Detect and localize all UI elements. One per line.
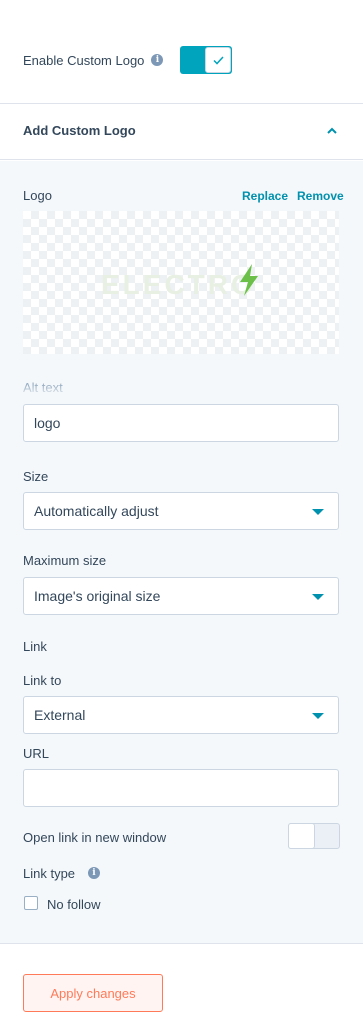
logo-preview-text: ELECTRO — [101, 269, 256, 300]
open-new-window-label: Open link in new window — [23, 830, 167, 845]
toggle-knob — [288, 823, 315, 849]
info-icon[interactable]: i — [88, 867, 100, 879]
no-follow-checkbox[interactable] — [24, 896, 38, 910]
link-type-label: Link type — [23, 866, 76, 881]
chevron-up-icon[interactable] — [327, 126, 337, 136]
link-to-select-value: External — [34, 707, 86, 723]
open-new-window-toggle[interactable] — [288, 823, 340, 849]
url-input[interactable] — [23, 769, 339, 807]
link-to-label: Link to — [23, 673, 62, 688]
info-icon[interactable]: i — [151, 54, 164, 66]
link-to-select[interactable]: External — [23, 696, 339, 734]
maximum-size-select-value: Image's original size — [34, 588, 161, 604]
apply-changes-button[interactable]: Apply changes — [23, 974, 163, 1012]
alt-text-input[interactable]: logo — [23, 404, 339, 442]
size-select-value: Automatically adjust — [34, 503, 159, 519]
check-icon — [212, 55, 224, 65]
toggle-knob — [205, 47, 231, 73]
add-custom-logo-header[interactable]: Add Custom Logo — [0, 104, 363, 160]
enable-section: Enable Custom Logo i — [0, 0, 363, 104]
scroll-fade — [0, 385, 363, 397]
logo-preview: ELECTRO — [23, 211, 339, 354]
dropdown-caret-icon — [312, 713, 324, 719]
section-title: Add Custom Logo — [23, 123, 136, 138]
remove-button[interactable]: Remove — [297, 189, 344, 203]
enable-row: Enable Custom Logo i — [23, 46, 164, 74]
maximum-size-label: Maximum size — [23, 553, 107, 568]
maximum-size-select[interactable]: Image's original size — [23, 577, 339, 615]
url-label: URL — [23, 746, 50, 761]
link-heading: Link — [23, 639, 47, 654]
size-select[interactable]: Automatically adjust — [23, 492, 339, 530]
size-label: Size — [23, 469, 49, 484]
no-follow-label: No follow — [47, 897, 101, 912]
enable-custom-logo-toggle[interactable] — [180, 46, 232, 74]
lightning-bolt-icon — [240, 264, 258, 296]
dropdown-caret-icon — [312, 594, 324, 600]
replace-button[interactable]: Replace — [242, 189, 288, 203]
logo-label: Logo — [23, 188, 52, 203]
dropdown-caret-icon — [312, 509, 324, 515]
enable-custom-logo-label: Enable Custom Logo — [23, 52, 145, 68]
